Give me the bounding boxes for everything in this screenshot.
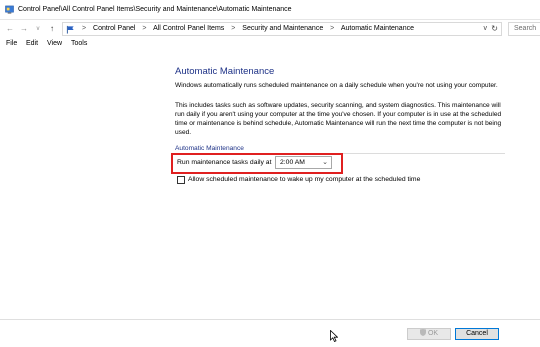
section-title: Automatic Maintenance [175, 145, 244, 152]
address-dropdown-icon[interactable]: v [484, 25, 488, 32]
dialog-footer: OK Cancel [0, 319, 540, 347]
search-input[interactable]: Search [508, 22, 540, 36]
menu-view[interactable]: View [47, 40, 62, 47]
breadcrumb-separator: > [330, 25, 335, 32]
chevron-down-icon: ⌄ [322, 159, 328, 166]
uac-shield-icon [419, 329, 426, 336]
wake-computer-label[interactable]: Allow scheduled maintenance to wake up m… [188, 176, 420, 183]
breadcrumb-automatic-maintenance[interactable]: Automatic Maintenance [341, 25, 414, 32]
breadcrumb-separator: > [231, 25, 236, 32]
description-paragraph: Windows automatically runs scheduled mai… [175, 82, 498, 89]
menu-file[interactable]: File [6, 40, 17, 47]
breadcrumb-control-panel[interactable]: Control Panel [93, 25, 135, 32]
chevron-down-icon[interactable]: v [33, 24, 43, 34]
breadcrumb-separator: > [142, 25, 147, 32]
address-bar[interactable]: > Control Panel > All Control Panel Item… [62, 22, 502, 36]
run-time-label: Run maintenance tasks daily at [177, 159, 272, 166]
menu-tools[interactable]: Tools [71, 40, 87, 47]
wake-computer-checkbox[interactable] [177, 176, 185, 184]
maintenance-time-select[interactable]: 2:00 AM ⌄ [275, 156, 332, 169]
breadcrumb-security-maintenance[interactable]: Security and Maintenance [242, 25, 323, 32]
breadcrumb: > Control Panel > All Control Panel Item… [77, 25, 414, 32]
details-paragraph: This includes tasks such as software upd… [175, 102, 502, 136]
menu-edit[interactable]: Edit [26, 40, 38, 47]
menu-bar: File Edit View Tools [0, 38, 540, 51]
selected-time: 2:00 AM [280, 159, 305, 166]
main-content: Automatic Maintenance Windows automatica… [0, 51, 540, 319]
back-arrow-icon[interactable]: ← [5, 24, 15, 34]
window-title: Control Panel\All Control Panel Items\Se… [18, 6, 292, 13]
up-arrow-icon[interactable]: ↑ [47, 24, 57, 34]
breadcrumb-separator: > [82, 25, 87, 32]
mouse-cursor-icon [330, 330, 338, 342]
title-bar: Control Panel\All Control Panel Items\Se… [0, 0, 540, 20]
cancel-button[interactable]: Cancel [455, 328, 499, 340]
page-title: Automatic Maintenance [175, 66, 275, 77]
control-panel-icon [5, 5, 14, 14]
forward-arrow-icon[interactable]: → [19, 24, 29, 34]
security-flag-icon [66, 25, 74, 34]
ok-button[interactable]: OK [407, 328, 451, 340]
navigation-bar: ← → v ↑ > Control Panel > All Control Pa… [0, 20, 540, 38]
refresh-icon[interactable]: ↻ [491, 24, 498, 33]
ok-label: OK [427, 330, 439, 337]
breadcrumb-all-items[interactable]: All Control Panel Items [153, 25, 224, 32]
